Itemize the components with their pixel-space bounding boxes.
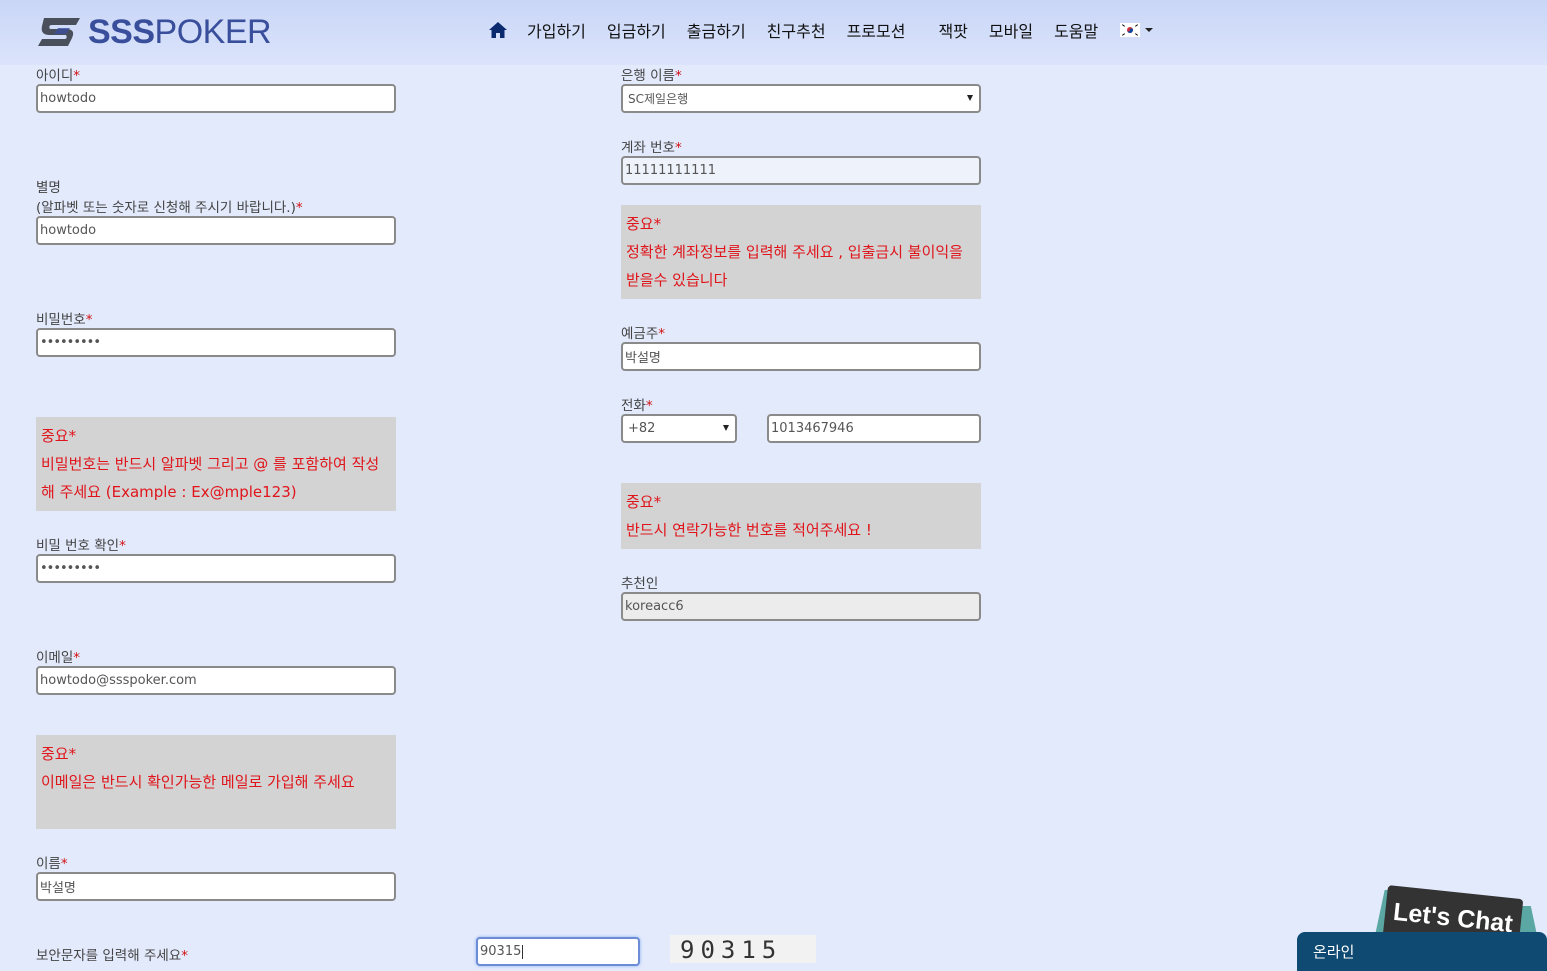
chat-status-bar[interactable]: 온라인: [1297, 932, 1547, 971]
logo-sss-text: SSS: [88, 12, 155, 51]
user-id-input[interactable]: howtodo: [36, 84, 396, 113]
ssspoker-logo[interactable]: SSSPOKER: [36, 12, 272, 52]
chat-status-text: 온라인: [1313, 943, 1355, 961]
home-icon[interactable]: [488, 20, 508, 40]
referrer-input: koreacc6: [621, 592, 981, 621]
phone-label: 전화*: [621, 398, 653, 414]
phone-warning-text: 반드시 연락가능한 번호를 적어주세요 !: [626, 521, 872, 539]
bank-name-select[interactable]: SC제일은행: [621, 84, 981, 113]
nav-promotion[interactable]: 프로모션: [847, 18, 906, 42]
account-warning-box: 중요* 정확한 계좌정보를 입력해 주세요 , 입출금시 불이익을 받을수 있습…: [621, 205, 981, 299]
nav-referral[interactable]: 친구추천: [767, 18, 826, 42]
password-warning-title: 중요*: [41, 427, 77, 445]
bank-name-label: 은행 이름*: [621, 68, 682, 84]
account-warning-title: 중요*: [626, 215, 662, 233]
email-label: 이메일*: [36, 650, 81, 666]
nav-withdraw[interactable]: 출금하기: [687, 18, 746, 42]
phone-number-input[interactable]: 1013467946: [767, 414, 981, 443]
name-label: 이름*: [36, 856, 68, 872]
country-code-select[interactable]: +82: [621, 414, 737, 443]
language-selector[interactable]: [1120, 23, 1154, 37]
nav-mobile[interactable]: 모바일: [989, 18, 1033, 42]
user-id-label: 아이디*: [36, 68, 81, 84]
name-input[interactable]: 박설명: [36, 872, 396, 901]
phone-warning-box: 중요* 반드시 연락가능한 번호를 적어주세요 !: [621, 483, 981, 549]
password-warning-box: 중요* 비밀번호는 반드시 알파벳 그리고 @ 를 포함하여 작성해 주세요 (…: [36, 417, 396, 511]
account-warning-text: 정확한 계좌정보를 입력해 주세요 , 입출금시 불이익을 받을수 있습니다: [626, 243, 963, 289]
depositor-input[interactable]: 박설명: [621, 342, 981, 371]
referrer-label: 추천인: [621, 576, 659, 592]
captcha-label: 보안문자를 입력해 주세요*: [36, 948, 188, 964]
email-input[interactable]: howtodo@ssspoker.com: [36, 666, 396, 695]
nickname-note: (알파벳 또는 숫자로 신청해 주시기 바랍니다.)*: [36, 200, 303, 216]
captcha-image: 90315: [670, 935, 816, 963]
dropdown-arrow-icon: [967, 95, 973, 101]
dropdown-arrow-icon: [723, 425, 729, 431]
email-warning-box: 중요* 이메일은 반드시 확인가능한 메일로 가입해 주세요: [36, 735, 396, 829]
logo-s-icon: [38, 18, 80, 46]
password-label: 비밀번호*: [36, 312, 93, 328]
chevron-down-icon: [1145, 28, 1154, 32]
nav-jackpot[interactable]: 잭팟: [938, 18, 967, 42]
password-confirm-label: 비밀 번호 확인*: [36, 538, 126, 554]
password-confirm-input[interactable]: •••••••••: [36, 554, 396, 583]
nav-help[interactable]: 도움말: [1054, 18, 1098, 42]
logo-poker-text: POKER: [154, 12, 272, 51]
account-number-input[interactable]: 11111111111: [621, 156, 981, 185]
phone-warning-title: 중요*: [626, 493, 662, 511]
nav-deposit[interactable]: 입금하기: [607, 18, 666, 42]
email-warning-title: 중요*: [41, 745, 77, 763]
email-warning-text: 이메일은 반드시 확인가능한 메일로 가입해 주세요: [41, 773, 355, 791]
nickname-input[interactable]: howtodo: [36, 216, 396, 245]
top-nav-bar: SSSPOKER 가입하기 입금하기 출금하기 친구추천 프로모션 잭팟 모바일…: [0, 0, 1547, 65]
nav-signup[interactable]: 가입하기: [527, 18, 586, 42]
account-number-label: 계좌 번호*: [621, 140, 682, 156]
depositor-label: 예금주*: [621, 326, 666, 342]
main-nav: 가입하기 입금하기 출금하기 친구추천 프로모션 잭팟 모바일 도움말: [488, 18, 1154, 42]
password-warning-text: 비밀번호는 반드시 알파벳 그리고 @ 를 포함하여 작성해 주세요 (Exam…: [41, 455, 380, 501]
korea-flag-icon: [1120, 23, 1141, 37]
password-input[interactable]: •••••••••: [36, 328, 396, 357]
nickname-label: 별명: [36, 180, 61, 196]
captcha-input[interactable]: 90315: [476, 937, 640, 966]
